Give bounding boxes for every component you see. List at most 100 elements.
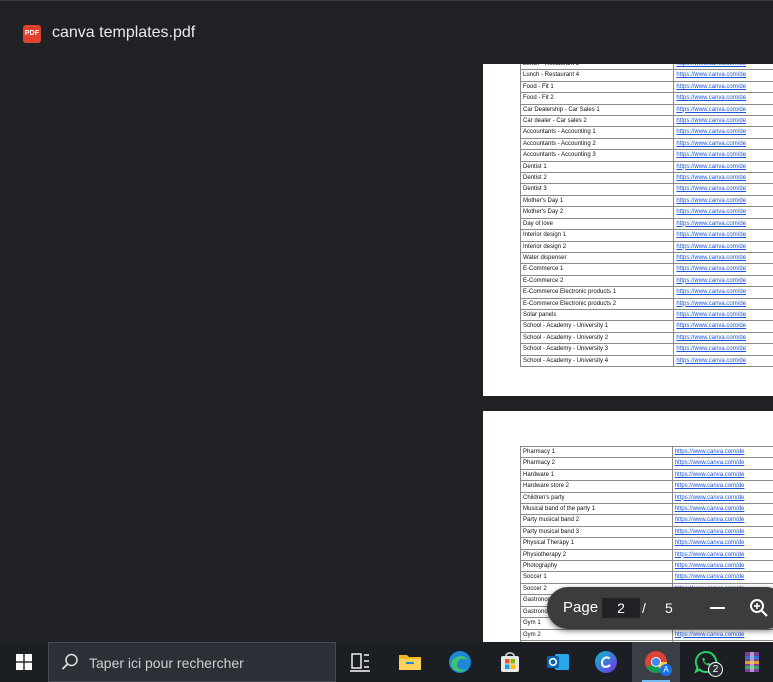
page-label: Page (563, 599, 599, 616)
template-link[interactable]: https://www.canva.com/de (671, 445, 773, 459)
template-name: Lunch - Restaurant 4 (519, 69, 675, 82)
template-link[interactable]: https://www.canva.com/de (673, 240, 773, 253)
document-title: canva templates.pdf (52, 24, 196, 41)
template-link[interactable]: https://www.canva.com/de (673, 297, 773, 310)
template-name: Pharmacy 2 (520, 457, 673, 470)
templates-table-top: Lunch - Restaurant 3 https://www.canva.co… (519, 64, 773, 367)
table-row: Car dealer - Car sales 2 https://www.canv… (519, 115, 773, 128)
viewer-title-bar: PDF canva templates.pdf (0, 0, 773, 64)
table-row: Physical Therapy 1 https://www.canva.com/… (520, 537, 773, 550)
table-row: Accountants - Accounting 2 https://www.ca… (519, 137, 773, 151)
template-name: E-Commerce 2 (519, 274, 675, 288)
table-row: School - Academy - University 4 https://w… (519, 354, 773, 367)
template-name: Food - Fit 1 (519, 80, 675, 94)
template-link[interactable]: https://www.canva.com/de (673, 80, 773, 94)
search-icon (61, 653, 78, 670)
taskbar-search-box[interactable]: Taper ici pour rechercher (48, 642, 336, 682)
edge-icon[interactable] (436, 642, 484, 682)
template-link[interactable]: https://www.canva.com/de (673, 137, 773, 151)
table-row: Pharmacy 1 https://www.canva.com/de (520, 445, 773, 459)
template-link[interactable]: https://www.canva.com/de (673, 217, 773, 231)
template-name: Accountants - Accounting 1 (519, 126, 675, 139)
template-link[interactable]: https://www.canva.com/de (673, 274, 773, 288)
template-name: School - Academy - University 4 (519, 354, 675, 367)
table-row: E-Commerce 2 https://www.canva.com/de (519, 274, 773, 288)
template-link[interactable]: https://www.canva.com/de (673, 172, 773, 185)
template-link[interactable]: https://www.canva.com/de (673, 331, 773, 345)
template-name: Photography (520, 560, 673, 573)
template-link[interactable]: https://www.canva.com/de (673, 115, 773, 128)
template-link[interactable]: https://www.canva.com/de (673, 92, 773, 105)
table-row: Hardware 1 https://www.canva.com/de (520, 468, 773, 482)
template-link[interactable]: https://www.canva.com/de (671, 628, 773, 641)
table-row: Physiotherapy 2 https://www.canva.com/de (520, 548, 773, 562)
template-link[interactable]: https://www.canva.com/de (671, 571, 773, 584)
template-link[interactable]: https://www.canva.com/de (673, 69, 773, 82)
page-number-input[interactable] (602, 598, 640, 618)
template-link[interactable]: https://www.canva.com/de (671, 457, 773, 470)
template-link[interactable]: https://www.canva.com/de (671, 514, 773, 527)
winrar-icon[interactable] (730, 642, 773, 682)
table-row: E-Commerce 1 https://www.canva.com/de (519, 263, 773, 276)
store-icon[interactable] (486, 642, 534, 682)
table-row: Gym 2 https://www.canva.com/de (520, 628, 773, 641)
template-name: Gym 2 (520, 628, 673, 641)
template-link[interactable]: https://www.canva.com/de (673, 251, 773, 265)
chrome-icon[interactable]: A (632, 642, 680, 682)
zoom-out-icon[interactable] (710, 600, 726, 616)
template-name: Accountants - Accounting 3 (519, 149, 675, 162)
template-link[interactable]: https://www.canva.com/de (673, 126, 773, 139)
template-link[interactable]: https://www.canva.com/de (673, 343, 773, 356)
table-row: Interior design 1 https://www.canva.com/d… (519, 229, 773, 242)
table-row: Mother's Day 1 https://www.canva.com/de (519, 194, 773, 208)
pdf-viewer: PDF canva templates.pdf Lunch - Restaura… (0, 0, 773, 642)
table-row: E-Commerce Electronic products 2 https://… (519, 297, 773, 310)
template-link[interactable]: https://www.canva.com/de (673, 206, 773, 219)
template-link[interactable]: https://www.canva.com/de (671, 480, 773, 493)
template-link[interactable]: https://www.canva.com/de (673, 308, 773, 322)
table-row: Party musical band 3 https://www.canva.co… (520, 525, 773, 539)
template-link[interactable]: https://www.canva.com/de (671, 560, 773, 573)
template-link[interactable]: https://www.canva.com/de (673, 183, 773, 196)
template-name: Car Dealership - Car Sales 1 (519, 103, 675, 117)
template-name: Mother's Day 2 (519, 206, 675, 219)
template-link[interactable]: https://www.canva.com/de (671, 548, 773, 562)
table-row: Children's party https://www.canva.com/de (520, 491, 773, 505)
template-name: Food - Fit 2 (519, 92, 675, 105)
template-link[interactable]: https://www.canva.com/de (673, 149, 773, 162)
table-row: Musical band of the party 1 https://www.c… (520, 503, 773, 516)
template-link[interactable]: https://www.canva.com/de (673, 286, 773, 299)
search-placeholder: Taper ici pour rechercher (89, 655, 244, 671)
template-link[interactable]: https://www.canva.com/de (673, 229, 773, 242)
table-row: Day of love https://www.canva.com/de (519, 217, 773, 231)
template-link[interactable]: https://www.canva.com/de (671, 468, 773, 482)
whatsapp-icon[interactable]: 2 (682, 642, 730, 682)
template-link[interactable]: https://www.canva.com/de (673, 160, 773, 174)
template-link[interactable]: https://www.canva.com/de (671, 503, 773, 516)
template-link[interactable]: https://www.canva.com/de (671, 525, 773, 539)
template-link[interactable]: https://www.canva.com/de (673, 263, 773, 276)
template-name: Soccer 1 (520, 571, 673, 584)
template-link[interactable]: https://www.canva.com/de (673, 320, 773, 333)
table-row: School - Academy - University 1 https://w… (519, 320, 773, 333)
table-row: Dentist 1 https://www.canva.com/de (519, 160, 773, 174)
template-link[interactable]: https://www.canva.com/de (671, 537, 773, 550)
table-row: Water dispenser https://www.canva.com/de (519, 251, 773, 265)
outlook-icon[interactable] (534, 642, 582, 682)
template-link[interactable]: https://www.canva.com/de (673, 103, 773, 117)
table-row: Car Dealership - Car Sales 1 https://www.… (519, 103, 773, 117)
template-link[interactable]: https://www.canva.com/de (671, 491, 773, 505)
page-total: 5 (665, 600, 673, 616)
canva-icon[interactable] (582, 642, 630, 682)
template-link[interactable]: https://www.canva.com/de (673, 354, 773, 367)
table-row: Mother's Day 2 https://www.canva.com/de (519, 206, 773, 219)
table-row: Lunch - Restaurant 4 https://www.canva.co… (519, 69, 773, 82)
template-name: Pharmacy 1 (520, 445, 673, 459)
task-view-icon[interactable] (336, 642, 384, 682)
table-row: Hardware store 2 https://www.canva.com/de (520, 480, 773, 493)
table-row: Party musical band 2 https://www.canva.co… (520, 514, 773, 527)
template-link[interactable]: https://www.canva.com/de (673, 194, 773, 208)
zoom-in-icon[interactable] (749, 598, 769, 618)
windows-start-icon[interactable] (0, 642, 48, 682)
file-explorer-icon[interactable] (386, 642, 434, 682)
